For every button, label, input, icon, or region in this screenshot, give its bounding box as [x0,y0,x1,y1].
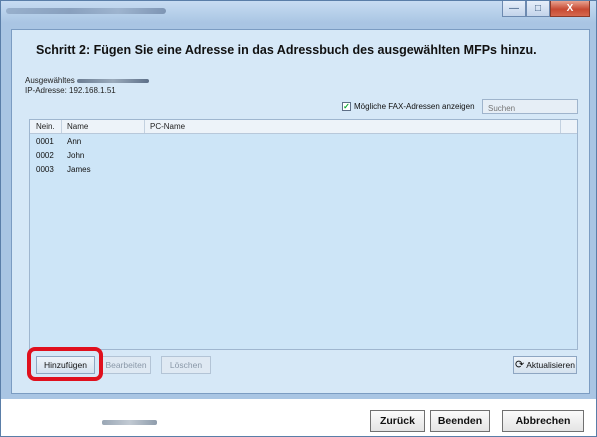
list-header: Nein. Name PC-Name [30,120,577,134]
edit-button[interactable]: Bearbeiten [101,356,151,374]
show-fax-option[interactable]: ✓ Mögliche FAX-Adressen anzeigen [342,102,475,111]
add-button-highlight [27,347,103,381]
column-divider[interactable] [144,120,145,133]
column-header-name[interactable]: Name [67,122,88,131]
page-title: Schritt 2: Fügen Sie eine Adresse in das… [36,43,537,57]
selected-device-label: Ausgewähltes [25,76,75,85]
table-row[interactable]: 0003 James [30,162,577,176]
cancel-button[interactable]: Abbrechen [502,410,584,432]
back-button[interactable]: Zurück [370,410,425,432]
column-header-number[interactable]: Nein. [36,122,55,131]
device-info: Ausgewähltes IP-Adresse: 192.168.1.51 [25,76,150,96]
finish-button[interactable]: Beenden [430,410,490,432]
row-name: John [67,151,85,160]
row-name: Ann [67,137,82,146]
row-number: 0003 [36,165,54,174]
address-list[interactable]: Nein. Name PC-Name 0001 Ann 0002 John 00… [29,119,578,350]
close-button[interactable]: X [550,1,590,17]
window-controls: — □ X [502,1,590,19]
title-text-blurred [6,8,166,14]
footer-text-blurred [102,420,157,425]
maximize-button[interactable]: □ [526,1,550,17]
title-bar[interactable]: — □ X [1,1,596,23]
row-number: 0002 [36,151,54,160]
row-name: James [67,165,91,174]
show-fax-label: Mögliche FAX-Adressen anzeigen [354,102,475,111]
refresh-button[interactable]: ⟳ Aktualisieren [513,356,577,374]
table-row[interactable]: 0001 Ann [30,134,577,148]
table-row[interactable]: 0002 John [30,148,577,162]
ip-address-label: IP-Adresse: 192.168.1.51 [25,86,116,95]
search-input[interactable] [482,99,578,114]
column-divider[interactable] [61,120,62,133]
device-name-blurred [77,78,150,83]
column-header-pc-name[interactable]: PC-Name [150,122,185,131]
refresh-icon: ⟳ [515,359,525,371]
dialog-window: — □ X Schritt 2: Fügen Sie eine Adresse … [0,0,597,437]
minimize-button[interactable]: — [502,1,526,17]
content-panel: Schritt 2: Fügen Sie eine Adresse in das… [11,29,590,394]
delete-button[interactable]: Löschen [161,356,211,374]
show-fax-checkbox[interactable]: ✓ [342,102,351,111]
row-number: 0001 [36,137,54,146]
footer-bar: Zurück Beenden Abbrechen [1,399,596,436]
column-divider[interactable] [560,120,561,133]
refresh-label: Aktualisieren [526,360,575,370]
